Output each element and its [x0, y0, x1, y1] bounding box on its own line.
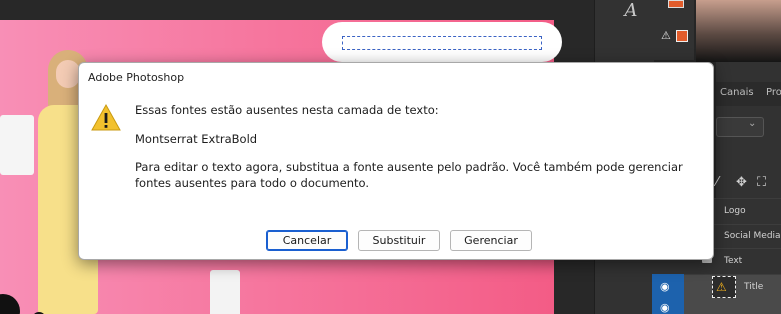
dialog-title: Adobe Photoshop	[88, 71, 185, 84]
eye-icon[interactable]: ◉	[660, 301, 670, 314]
layer-name: Text	[724, 256, 743, 266]
dot-large	[0, 294, 20, 314]
warning-icon	[91, 103, 121, 131]
decorative-dots	[0, 282, 60, 314]
model-face	[56, 60, 80, 88]
color-picker-field[interactable]	[696, 0, 781, 62]
missing-font-warning-icon: ⚠	[716, 280, 727, 294]
foreground-color-swatch[interactable]	[668, 0, 684, 8]
eye-icon[interactable]: ◉	[660, 280, 670, 293]
glyph-tool-icon[interactable]: A	[616, 0, 646, 22]
substitute-button[interactable]: Substituir	[358, 230, 440, 251]
gamut-warning-swatch[interactable]	[676, 30, 688, 42]
missing-font-name: Montserrat ExtraBold	[135, 132, 258, 146]
tab-canais[interactable]: Canais	[720, 87, 754, 98]
move-icon[interactable]: ✥	[736, 175, 747, 190]
cancel-button[interactable]: Cancelar	[266, 230, 348, 251]
dialog-message-body: Para editar o texto agora, substitua a f…	[135, 160, 683, 190]
swatch-panel	[654, 0, 694, 60]
brush-icon[interactable]: ⁄	[716, 175, 718, 190]
blend-mode-select[interactable]	[716, 117, 764, 137]
layer-name: Social Media	[724, 231, 781, 241]
chevron-down-icon: ⌄	[748, 118, 757, 129]
layer-name: Title	[744, 282, 764, 292]
shopping-bag-right	[210, 270, 240, 314]
layer-name: Logo	[724, 206, 746, 216]
missing-fonts-dialog: Adobe Photoshop Essas fontes estão ausen…	[78, 62, 714, 260]
gamut-warning-icon[interactable]: ⚠	[661, 29, 671, 42]
shopping-bag-left	[0, 115, 34, 175]
dialog-message-intro: Essas fontes estão ausentes nesta camada…	[135, 103, 439, 117]
crop-icon[interactable]: ⛶	[757, 175, 766, 190]
lock-bar	[716, 170, 781, 196]
tab-pro[interactable]: Pro	[766, 87, 781, 98]
manage-fonts-button[interactable]: Gerenciar	[450, 230, 532, 251]
text-layer-selection[interactable]	[342, 36, 542, 50]
